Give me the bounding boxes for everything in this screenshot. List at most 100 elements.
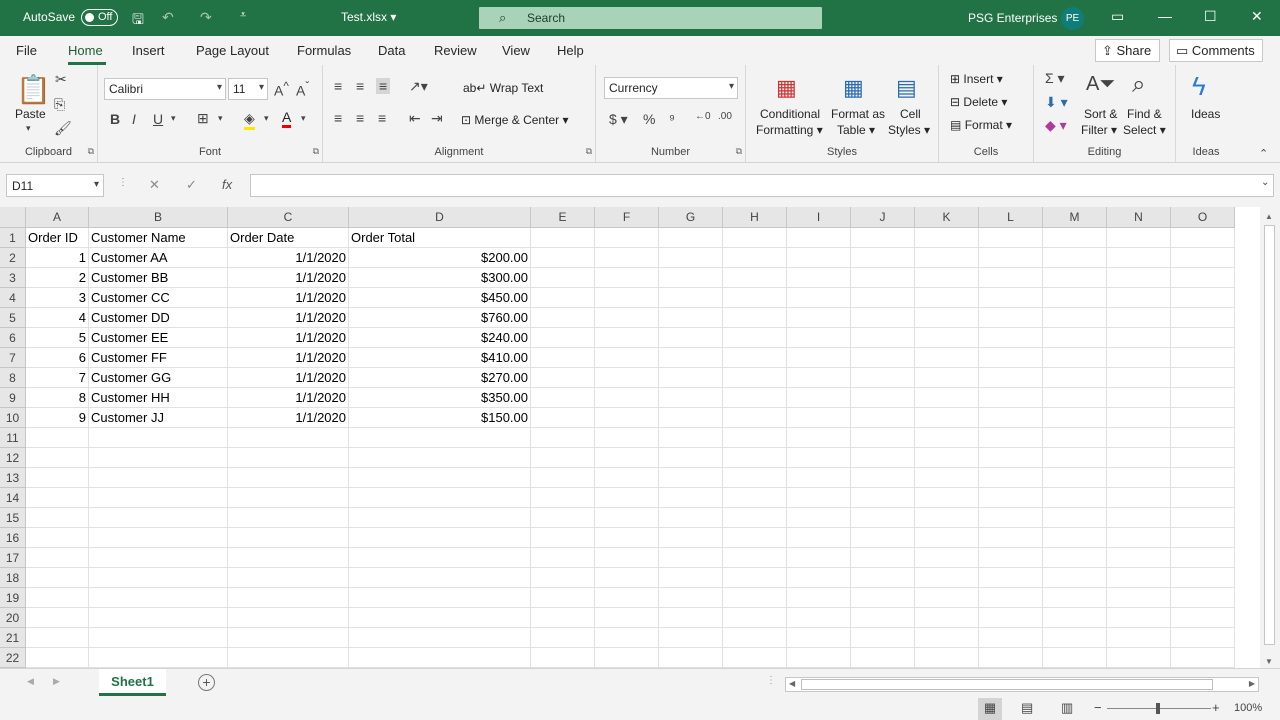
cell-m13[interactable]: [1043, 468, 1107, 488]
cell-h7[interactable]: [723, 348, 787, 368]
zoom-out-icon[interactable]: −: [1094, 700, 1102, 715]
cell-j6[interactable]: [851, 328, 915, 348]
cell-a10[interactable]: 9: [26, 408, 89, 428]
number-launcher-icon[interactable]: ⧉: [736, 146, 742, 157]
cell-d10[interactable]: $150.00: [349, 408, 531, 428]
cell-f6[interactable]: [595, 328, 659, 348]
column-header-n[interactable]: N: [1107, 207, 1171, 228]
cell-m20[interactable]: [1043, 608, 1107, 628]
cell-o14[interactable]: [1171, 488, 1235, 508]
tab-view[interactable]: View: [502, 43, 530, 58]
cell-c7[interactable]: 1/1/2020: [228, 348, 349, 368]
cell-i20[interactable]: [787, 608, 851, 628]
cell-h2[interactable]: [723, 248, 787, 268]
tab-splitter-icon[interactable]: ⋮: [766, 675, 776, 686]
cell-n10[interactable]: [1107, 408, 1171, 428]
cell-f14[interactable]: [595, 488, 659, 508]
cell-e11[interactable]: [531, 428, 595, 448]
row-header-10[interactable]: 10: [0, 408, 26, 428]
cell-c16[interactable]: [228, 528, 349, 548]
cell-a3[interactable]: 2: [26, 268, 89, 288]
cell-l2[interactable]: [979, 248, 1043, 268]
cell-h13[interactable]: [723, 468, 787, 488]
row-header-2[interactable]: 2: [0, 248, 26, 268]
cell-g5[interactable]: [659, 308, 723, 328]
cell-d14[interactable]: [349, 488, 531, 508]
cell-i16[interactable]: [787, 528, 851, 548]
cell-b12[interactable]: [89, 448, 228, 468]
row-header-6[interactable]: 6: [0, 328, 26, 348]
cell-e17[interactable]: [531, 548, 595, 568]
cell-d18[interactable]: [349, 568, 531, 588]
cell-c14[interactable]: [228, 488, 349, 508]
sheet-tab-sheet1[interactable]: Sheet1: [99, 669, 166, 696]
cell-m15[interactable]: [1043, 508, 1107, 528]
cell-g6[interactable]: [659, 328, 723, 348]
redo-icon[interactable]: ↷: [200, 9, 212, 26]
cell-n3[interactable]: [1107, 268, 1171, 288]
cell-d21[interactable]: [349, 628, 531, 648]
cell-j15[interactable]: [851, 508, 915, 528]
cell-l8[interactable]: [979, 368, 1043, 388]
insert-cells-button[interactable]: ⊞ Insert ▾: [950, 72, 1003, 86]
cell-i11[interactable]: [787, 428, 851, 448]
cell-j17[interactable]: [851, 548, 915, 568]
cell-g21[interactable]: [659, 628, 723, 648]
row-header-11[interactable]: 11: [0, 428, 26, 448]
cell-c17[interactable]: [228, 548, 349, 568]
decrease-decimal-icon[interactable]: .00: [718, 111, 732, 122]
cell-l19[interactable]: [979, 588, 1043, 608]
cell-g15[interactable]: [659, 508, 723, 528]
cell-b20[interactable]: [89, 608, 228, 628]
cell-m19[interactable]: [1043, 588, 1107, 608]
row-header-16[interactable]: 16: [0, 528, 26, 548]
font-color-icon[interactable]: A: [282, 109, 292, 128]
cell-h20[interactable]: [723, 608, 787, 628]
cell-m2[interactable]: [1043, 248, 1107, 268]
cell-h10[interactable]: [723, 408, 787, 428]
alignment-launcher-icon[interactable]: ⧉: [586, 146, 592, 157]
row-header-8[interactable]: 8: [0, 368, 26, 388]
merge-center-button[interactable]: ⊡ Merge & Center ▾: [461, 113, 568, 127]
cell-a4[interactable]: 3: [26, 288, 89, 308]
cell-h15[interactable]: [723, 508, 787, 528]
zoom-in-icon[interactable]: +: [1212, 700, 1220, 715]
cell-c20[interactable]: [228, 608, 349, 628]
column-header-h[interactable]: H: [723, 207, 787, 228]
cell-d9[interactable]: $350.00: [349, 388, 531, 408]
cell-e8[interactable]: [531, 368, 595, 388]
cell-h5[interactable]: [723, 308, 787, 328]
underline-icon[interactable]: U: [153, 111, 163, 127]
cell-c1[interactable]: Order Date: [228, 228, 349, 248]
cell-i4[interactable]: [787, 288, 851, 308]
cell-n5[interactable]: [1107, 308, 1171, 328]
cell-d8[interactable]: $270.00: [349, 368, 531, 388]
cell-f4[interactable]: [595, 288, 659, 308]
cell-j22[interactable]: [851, 648, 915, 668]
tab-review[interactable]: Review: [434, 43, 477, 58]
row-header-22[interactable]: 22: [0, 648, 26, 668]
cell-n18[interactable]: [1107, 568, 1171, 588]
wrap-text-button[interactable]: ab↵ Wrap Text: [463, 81, 543, 95]
column-header-o[interactable]: O: [1171, 207, 1235, 228]
cell-k15[interactable]: [915, 508, 979, 528]
cell-i7[interactable]: [787, 348, 851, 368]
share-button[interactable]: ⇪ Share: [1095, 39, 1160, 62]
cell-c13[interactable]: [228, 468, 349, 488]
cell-o3[interactable]: [1171, 268, 1235, 288]
cell-j19[interactable]: [851, 588, 915, 608]
row-header-19[interactable]: 19: [0, 588, 26, 608]
cell-f11[interactable]: [595, 428, 659, 448]
cell-d1[interactable]: Order Total: [349, 228, 531, 248]
cell-d19[interactable]: [349, 588, 531, 608]
cell-o12[interactable]: [1171, 448, 1235, 468]
autosave-toggle[interactable]: Off: [81, 9, 118, 26]
cell-g17[interactable]: [659, 548, 723, 568]
cell-n1[interactable]: [1107, 228, 1171, 248]
ribbon-display-icon[interactable]: ▭: [1111, 8, 1124, 25]
font-size-select[interactable]: 11 ▾: [228, 78, 268, 100]
cell-m16[interactable]: [1043, 528, 1107, 548]
cell-k13[interactable]: [915, 468, 979, 488]
cell-g8[interactable]: [659, 368, 723, 388]
cell-m6[interactable]: [1043, 328, 1107, 348]
